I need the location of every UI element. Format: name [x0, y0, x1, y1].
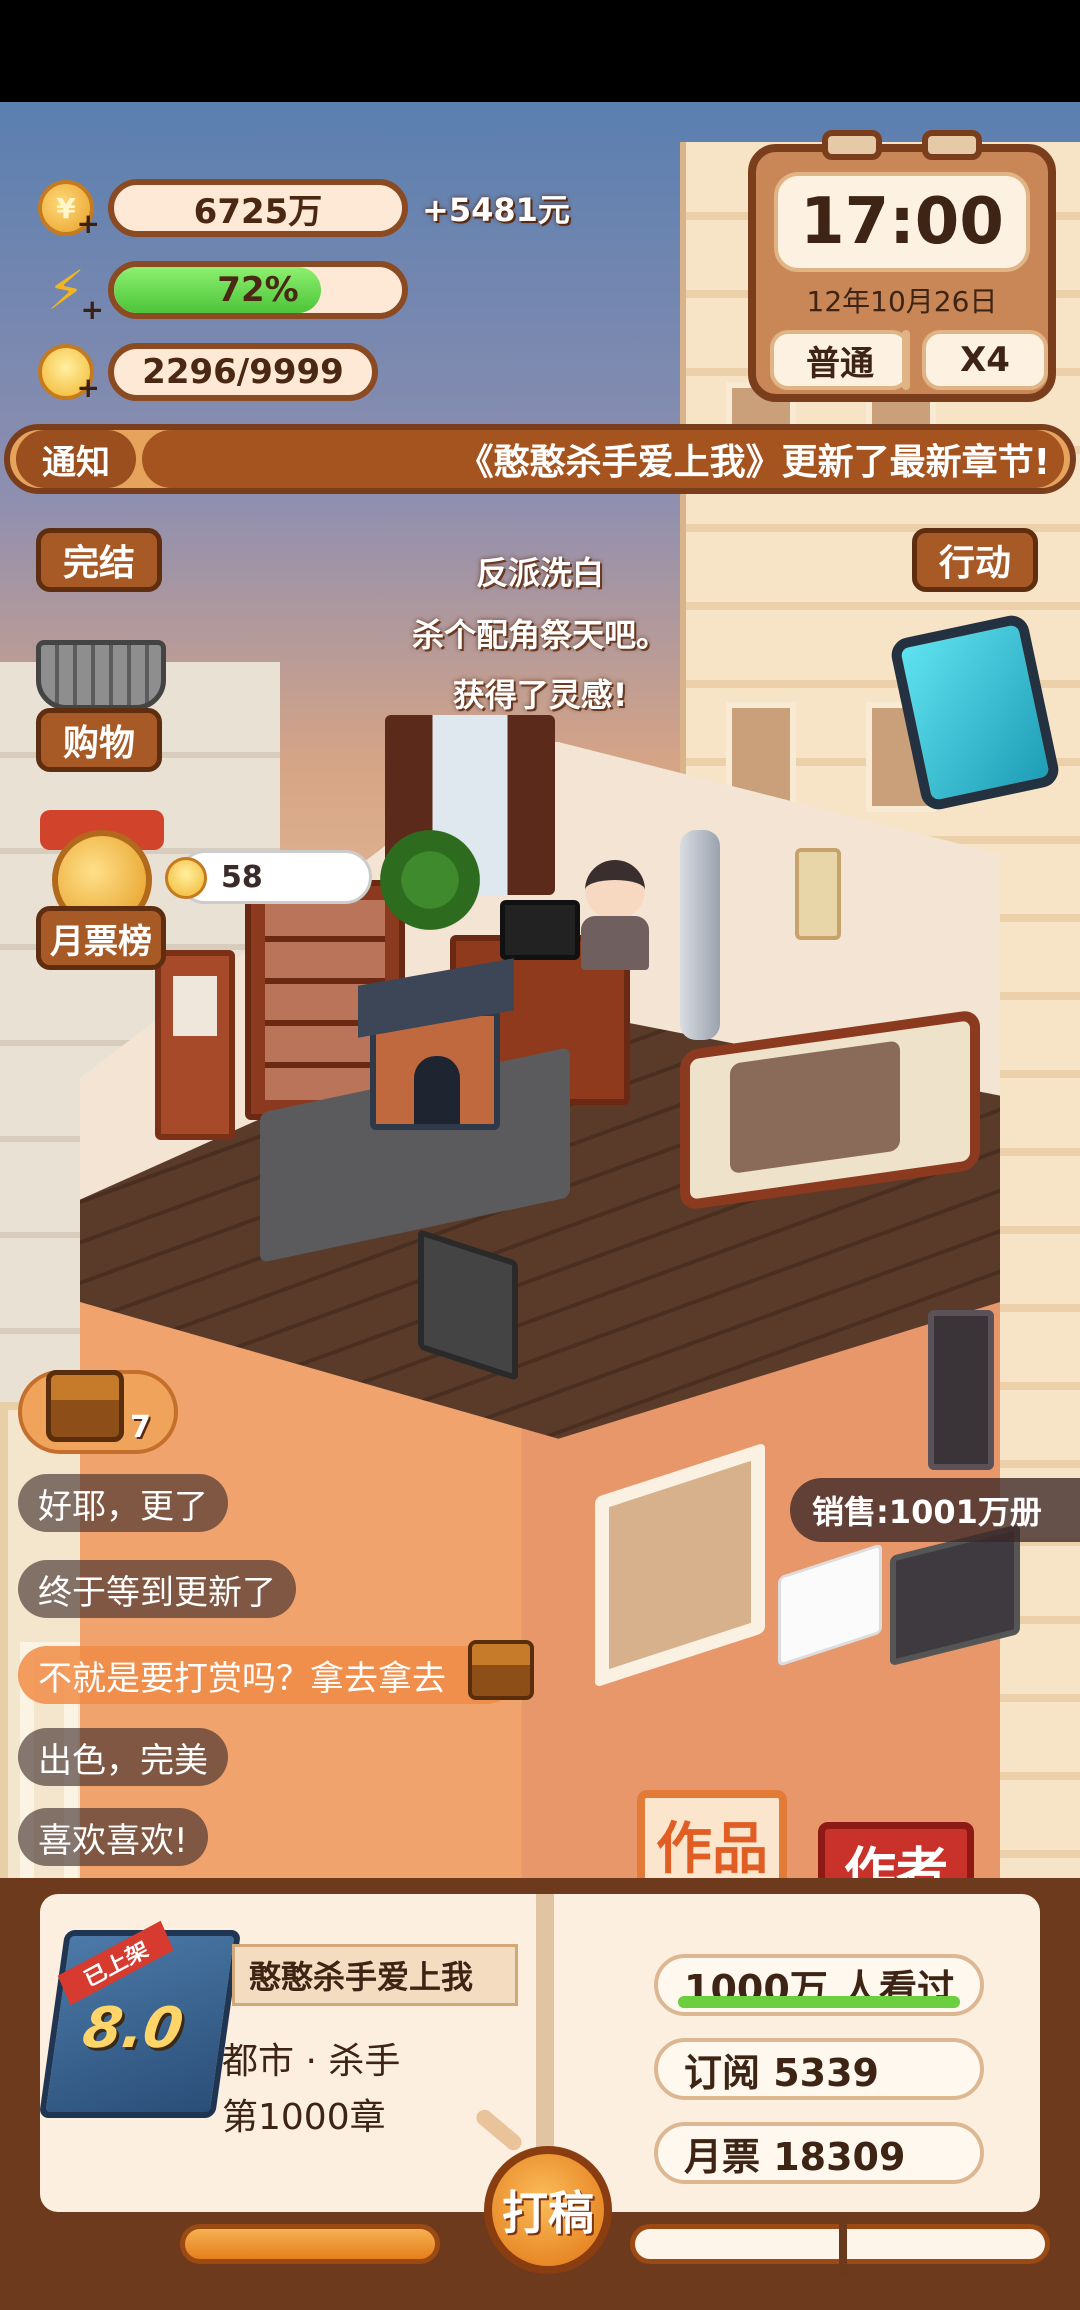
shop-button[interactable]: 购物 [36, 708, 162, 772]
lightbulb-icon[interactable]: + [38, 344, 100, 404]
readers-stat: 1000万 人看过 [654, 1954, 984, 2016]
clock-panel: 17:00 12年10月26日 普通 X4 [748, 130, 1056, 402]
write-button[interactable]: 打稿 [473, 2106, 612, 2274]
energy-bar: 72% [108, 261, 408, 319]
notice-bar[interactable]: 通知 《憨憨杀手爱上我》更新了最新章节! [4, 424, 1076, 494]
lightbulb-icon [165, 857, 207, 899]
readers-bar-fill [678, 1996, 960, 2008]
reader-comment: 喜欢喜欢! [18, 1808, 208, 1866]
speed-x4-button[interactable]: X4 [922, 330, 1048, 390]
lightning-icon[interactable]: ⚡ + [38, 259, 104, 327]
reader-comment: 终于等到更新了 [18, 1560, 296, 1618]
character-head [585, 860, 645, 920]
writing-progress-bar [180, 2224, 440, 2264]
action-button[interactable]: 行动 [912, 528, 1038, 592]
vote-count-bubble: 58 [165, 850, 372, 904]
money-display: 6725万 [108, 179, 408, 237]
game-date: 12年10月26日 [806, 285, 998, 318]
comment-text: 喜欢喜欢! [38, 1820, 188, 1861]
book-title: 憨憨杀手爱上我 [232, 1944, 518, 2006]
reader-comment: 好耶，更了 [18, 1474, 228, 1532]
room-door [155, 950, 235, 1140]
energy-value: 72% [217, 270, 299, 310]
plus-icon: + [76, 207, 100, 240]
inspiration-display: 2296/9999 [108, 343, 378, 401]
inspiration-value: 2296/9999 [142, 352, 344, 392]
writer-character[interactable] [575, 860, 655, 970]
sales-count: 销售:1001万册 [790, 1478, 1080, 1542]
treasure-chest-icon [468, 1640, 534, 1700]
comment-text: 出色，完美 [38, 1740, 208, 1781]
money-value: 6725万 [193, 191, 323, 232]
money-delta: +5481元 [422, 191, 570, 229]
book-score: 8.0 [78, 1996, 188, 2061]
monthly-ranking-button[interactable]: 月票榜 [36, 906, 166, 970]
tower-fan [680, 830, 720, 1040]
inspiration-row: + 2296/9999 [38, 336, 378, 408]
chest-count: 7 [130, 1410, 151, 1445]
money-row: ¥ + 6725万 +5481元 [38, 172, 570, 244]
chapter-progress-bar [630, 2215, 1050, 2277]
vote-count: 58 [221, 859, 263, 895]
finish-button[interactable]: 完结 [36, 528, 162, 592]
potted-plant [380, 830, 480, 930]
doghouse [370, 1010, 500, 1130]
reader-comment: 出色，完美 [18, 1728, 228, 1786]
comment-text: 好耶，更了 [38, 1486, 208, 1527]
wall-poster [795, 848, 841, 940]
comment-text: 不就是要打赏吗？拿去拿去 [38, 1658, 446, 1699]
plus-icon: + [76, 371, 100, 404]
treasure-chest-button[interactable]: 7 [18, 1370, 178, 1454]
character-body [581, 916, 649, 970]
energy-row: ⚡ + 72% [38, 254, 408, 326]
book-chapter: 第1000章 [222, 2097, 386, 2138]
published-ribbon: 已上架 [57, 1920, 174, 2006]
book-cover[interactable]: 已上架 8.0 [38, 1920, 242, 2118]
inspiration-text-line: 获得了灵感! [452, 676, 628, 714]
plus-icon: + [80, 293, 104, 326]
notice-message: 《憨憨杀手爱上我》更新了最新章节! [142, 430, 1064, 488]
progress-marker [839, 2215, 847, 2277]
write-button-label: 打稿 [502, 2186, 594, 2240]
coin-icon[interactable]: ¥ + [38, 180, 100, 240]
shopping-basket-icon[interactable] [36, 640, 166, 710]
reader-comment-gift: 不就是要打赏吗？拿去拿去 [18, 1640, 534, 1704]
treasure-chest-icon [46, 1370, 124, 1442]
exterior-door [928, 1310, 994, 1470]
subscriptions-value: 订阅 5339 [684, 2050, 879, 2095]
notice-tag: 通知 [16, 430, 136, 488]
clock-tab [922, 130, 982, 160]
subscriptions-stat: 订阅 5339 [654, 2038, 984, 2100]
normal-speed-button[interactable]: 普通 [770, 330, 910, 390]
clock-spacer [902, 330, 910, 390]
clock-tab [822, 130, 882, 160]
game-time: 17:00 [774, 172, 1030, 272]
inspiration-text-line: 杀个配角祭天吧。 [411, 616, 668, 654]
monthly-votes-stat: 月票 18309 [654, 2122, 984, 2184]
book-genre: 都市 · 杀手 [222, 2041, 401, 2082]
inspiration-text-line: 反派洗白 [475, 554, 604, 592]
readers-bar [678, 1996, 960, 2008]
monthly-votes-value: 月票 18309 [684, 2134, 906, 2179]
comment-text: 终于等到更新了 [38, 1572, 276, 1613]
computer-monitor [500, 900, 580, 960]
